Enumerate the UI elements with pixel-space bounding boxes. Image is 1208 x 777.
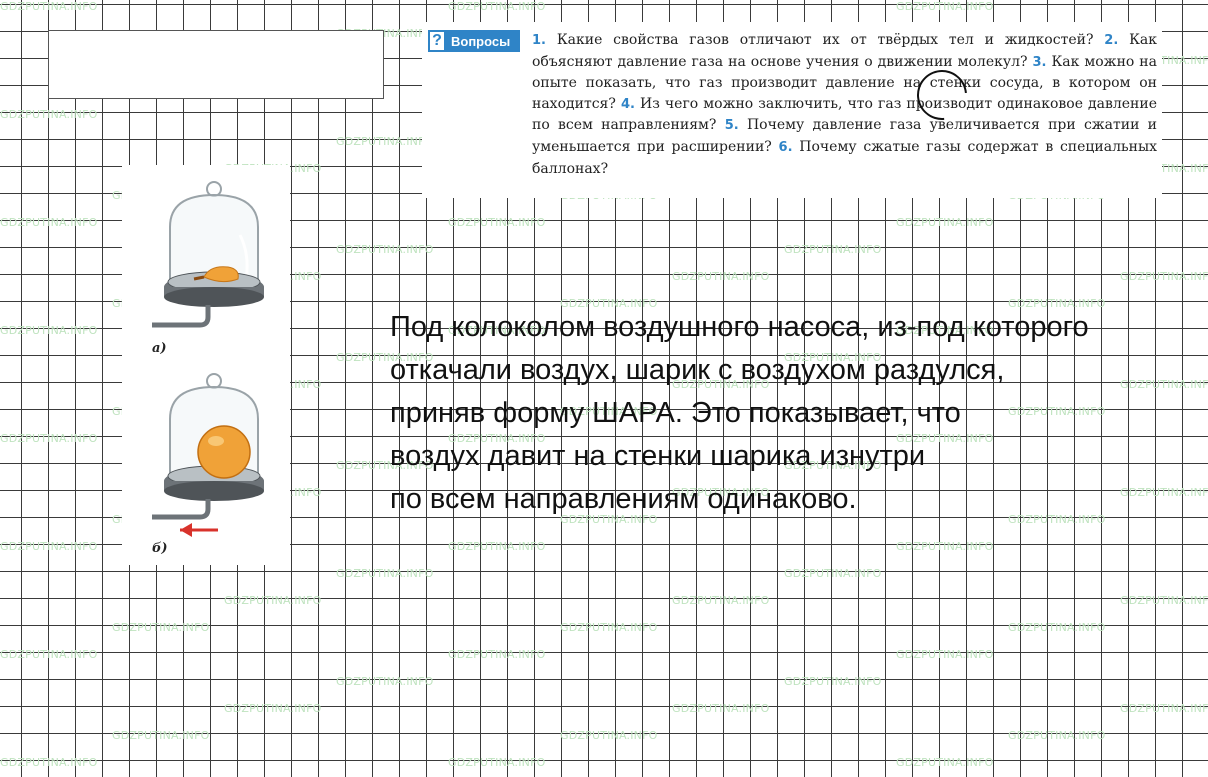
question-text: Какие свойства газов отличают их от твёр… <box>556 32 1094 48</box>
answer-line: Под колоколом воздушного насоса, из-под … <box>390 311 1089 343</box>
watermark-text: GDZPUTINA.INFO <box>672 270 770 283</box>
watermark-text: GDZPUTINA.INFO <box>896 756 994 769</box>
watermark-text: GDZPUTINA.INFO <box>1008 621 1106 634</box>
question-number: 1. <box>532 33 546 48</box>
watermark-text: GDZPUTINA.INFO <box>0 540 98 553</box>
watermark-text: GDZPUTINA.INFO <box>336 135 434 148</box>
watermark-text: GDZPUTINA.INFO <box>1120 702 1208 715</box>
watermark-text: GDZPUTINA.INFO <box>0 0 98 13</box>
watermark-text: GDZPUTINA.INFO <box>560 621 658 634</box>
caption-a: а) <box>152 341 167 356</box>
watermark-text: GDZPUTINA.INFO <box>0 324 98 337</box>
watermark-text: GDZPUTINA.INFO <box>224 702 322 715</box>
watermark-text: GDZPUTINA.INFO <box>448 0 546 13</box>
bell-jar-figure: а) б) <box>122 165 290 565</box>
watermark-text: GDZPUTINA.INFO <box>1008 729 1106 742</box>
watermark-text: GDZPUTINA.INFO <box>448 756 546 769</box>
watermark-text: GDZPUTINA.INFO <box>448 216 546 229</box>
answer-line: по всем направлениям одинаково. <box>390 483 857 515</box>
question-number: 2. <box>1104 33 1119 48</box>
watermark-text: GDZPUTINA.INFO <box>0 432 98 445</box>
watermark-text: GDZPUTINA.INFO <box>0 108 98 121</box>
answer-line: откачали воздух, шарик с воздухом раздул… <box>390 354 1005 386</box>
answer-line: воздух давит на стенки шарика изнутри <box>390 440 926 472</box>
watermark-text: GDZPUTINA.INFO <box>1120 594 1208 607</box>
watermark-text: GDZPUTINA.INFO <box>672 702 770 715</box>
question-number: 3. <box>1032 54 1047 70</box>
caption-b: б) <box>152 541 168 556</box>
question-number: 5. <box>724 118 739 134</box>
watermark-text: GDZPUTINA.INFO <box>112 729 210 742</box>
answer-text: Под колоколом воздушного насоса, из-под … <box>390 306 1190 521</box>
watermark-text: GDZPUTINA.INFO <box>784 243 882 256</box>
question-number: 6. <box>778 139 793 155</box>
watermark-text: GDZPUTINA.INFO <box>784 675 882 688</box>
answer-input-box <box>48 30 384 99</box>
bell-jar-b-icon <box>152 373 264 537</box>
questions-text: 1. Какие свойства газов отличают их от т… <box>532 30 1157 179</box>
questions-block: ? Вопросы 1. Какие свойства газов отлича… <box>422 22 1162 198</box>
watermark-text: GDZPUTINA.INFO <box>0 756 98 769</box>
watermark-text: GDZPUTINA.INFO <box>1120 270 1208 283</box>
watermark-text: GDZPUTINA.INFO <box>448 648 546 661</box>
watermark-text: GDZPUTINA.INFO <box>0 216 98 229</box>
watermark-text: GDZPUTINA.INFO <box>336 567 434 580</box>
watermark-text: GDZPUTINA.INFO <box>336 243 434 256</box>
watermark-text: GDZPUTINA.INFO <box>896 648 994 661</box>
watermark-text: GDZPUTINA.INFO <box>896 216 994 229</box>
arrow-left-icon <box>180 523 192 537</box>
watermark-text: GDZPUTINA.INFO <box>672 594 770 607</box>
bell-jar-a-icon <box>152 181 264 328</box>
watermark-text: GDZPUTINA.INFO <box>112 621 210 634</box>
watermark-text: GDZPUTINA.INFO <box>784 567 882 580</box>
question-mark-icon: ? <box>428 30 446 52</box>
watermark-text: GDZPUTINA.INFO <box>336 675 434 688</box>
watermark-text: GDZPUTINA.INFO <box>224 594 322 607</box>
answer-line: приняв форму ШАРА. Это показывает, что <box>390 397 961 429</box>
questions-badge-label: Вопросы <box>451 33 511 49</box>
watermark-text: GDZPUTINA.INFO <box>448 540 546 553</box>
bell-jar-illustration <box>152 181 264 537</box>
watermark-text: GDZPUTINA.INFO <box>0 648 98 661</box>
question-number: 4. <box>620 96 635 112</box>
watermark-text: GDZPUTINA.INFO <box>560 729 658 742</box>
watermark-text: GDZPUTINA.INFO <box>896 540 994 553</box>
questions-badge: ? Вопросы <box>428 30 520 52</box>
watermark-text: GDZPUTINA.INFO <box>896 0 994 13</box>
